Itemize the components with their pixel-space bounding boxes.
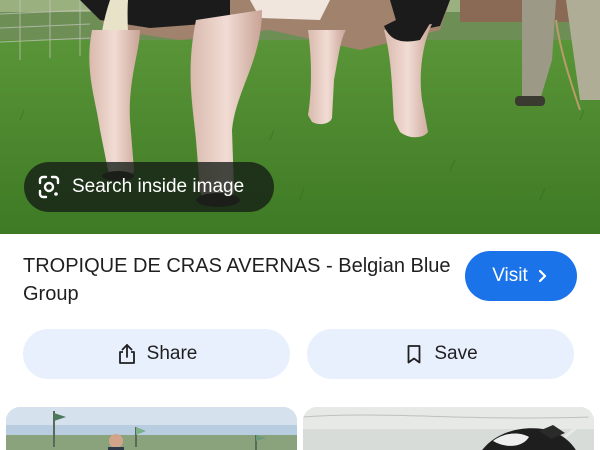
google-lens-icon [36,174,62,200]
save-label: Save [434,343,478,364]
related-image-thumbnail[interactable] [303,407,594,450]
result-title[interactable]: TROPIQUE DE CRAS AVERNAS - Belgian Blue … [23,252,453,308]
related-photo-cow [303,407,594,450]
share-button[interactable]: Share [23,329,290,379]
result-image[interactable]: Search inside image [0,0,600,234]
chevron-right-icon [538,269,550,283]
search-inside-image-button[interactable]: Search inside image [24,162,274,212]
visit-label: Visit [492,265,528,286]
share-label: Share [146,343,198,364]
bookmark-icon [403,343,425,365]
save-button[interactable]: Save [307,329,574,379]
image-result-page: Search inside image TROPIQUE DE CRAS AVE… [0,0,600,450]
share-icon [116,343,138,365]
search-inside-image-label: Search inside image [72,176,245,197]
related-photo-show-ring [6,407,297,450]
related-image-thumbnail[interactable] [6,407,297,450]
visit-button[interactable]: Visit [465,251,577,301]
